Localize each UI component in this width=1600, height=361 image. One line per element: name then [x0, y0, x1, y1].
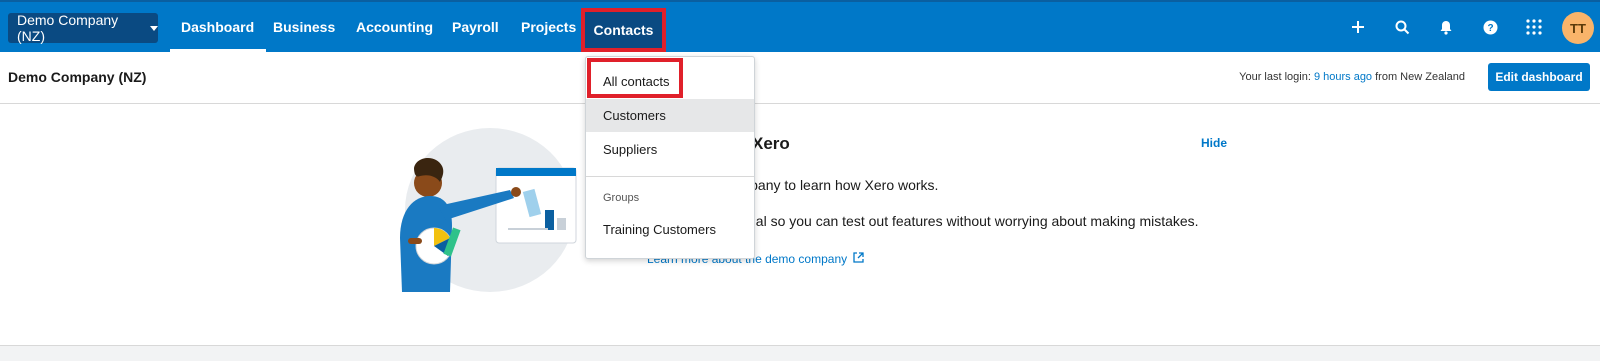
- nav-payroll-label: Payroll: [452, 19, 499, 35]
- last-login-time-link[interactable]: 9 hours ago: [1314, 71, 1372, 83]
- caret-down-icon: [150, 25, 158, 31]
- help-icon[interactable]: ?: [1478, 15, 1502, 39]
- nav-contacts[interactable]: Contacts: [581, 8, 666, 52]
- customers-label: Customers: [603, 108, 666, 123]
- org-switcher-button[interactable]: Demo Company (NZ): [8, 12, 158, 44]
- external-link-icon: [853, 252, 864, 266]
- edit-dashboard-label: Edit dashboard: [1495, 70, 1583, 84]
- nav-dashboard-label: Dashboard: [181, 19, 255, 35]
- menu-item-training-customers[interactable]: Training Customers: [586, 213, 754, 246]
- contacts-dropdown-menu: All contacts Customers Suppliers Groups …: [585, 56, 755, 259]
- user-avatar[interactable]: TT: [1562, 12, 1594, 44]
- plus-icon[interactable]: [1346, 15, 1370, 39]
- hide-link[interactable]: Hide: [1201, 136, 1227, 150]
- nav-payroll[interactable]: Payroll: [452, 2, 499, 52]
- footer-strip: [0, 345, 1600, 361]
- last-login-info: Your last login: 9 hours ago from New Ze…: [1239, 71, 1465, 83]
- welcome-title: Xero: [752, 134, 790, 153]
- welcome-illustration: [378, 128, 578, 293]
- user-initials: TT: [1570, 20, 1586, 36]
- last-login-prefix: Your last login:: [1239, 71, 1311, 83]
- nav-business[interactable]: Business: [273, 2, 335, 52]
- edit-dashboard-button[interactable]: Edit dashboard: [1488, 63, 1590, 91]
- training-customers-label: Training Customers: [603, 222, 716, 237]
- nav-accounting-label: Accounting: [356, 19, 433, 35]
- page-title: Demo Company (NZ): [8, 69, 147, 85]
- last-login-suffix: from New Zealand: [1375, 71, 1465, 83]
- menu-item-customers[interactable]: Customers: [586, 99, 754, 132]
- apps-grid-icon[interactable]: [1522, 15, 1546, 39]
- bell-icon[interactable]: [1434, 15, 1458, 39]
- nav-dashboard[interactable]: Dashboard: [170, 2, 267, 52]
- nav-accounting[interactable]: Accounting: [356, 2, 433, 52]
- nav-projects[interactable]: Projects: [521, 2, 576, 52]
- suppliers-label: Suppliers: [603, 142, 658, 157]
- welcome-text-line-2: nal so you can test out features without…: [748, 213, 1199, 229]
- svg-text:?: ?: [1487, 23, 1493, 34]
- groups-heading: Groups: [603, 192, 640, 204]
- org-name: Demo Company (NZ): [17, 12, 119, 44]
- nav-contacts-label: Contacts: [593, 22, 654, 38]
- nav-business-label: Business: [273, 19, 336, 35]
- top-nav-bar: Demo Company (NZ) Dashboard Business Acc…: [0, 0, 1600, 52]
- nav-projects-label: Projects: [521, 19, 577, 35]
- search-icon[interactable]: [1390, 15, 1414, 39]
- menu-divider: [586, 176, 754, 177]
- menu-item-suppliers[interactable]: Suppliers: [586, 133, 754, 166]
- page-header: Demo Company (NZ) Your last login: 9 hou…: [0, 52, 1600, 104]
- all-contacts-highlight: [587, 58, 683, 98]
